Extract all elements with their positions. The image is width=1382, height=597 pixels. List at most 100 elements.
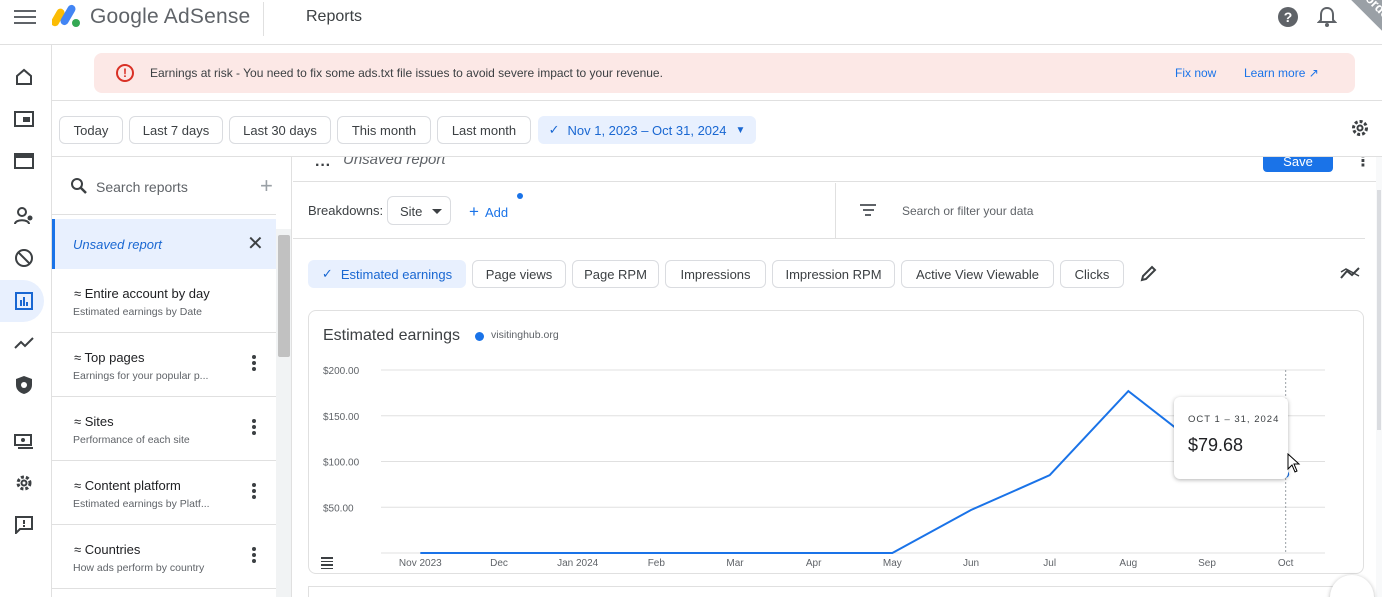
- report-sparkle-icon: ≈: [74, 414, 85, 429]
- corner-badge: corde: [1336, 0, 1382, 43]
- more-options-icon[interactable]: [252, 355, 256, 373]
- reports-scrollbar-thumb[interactable]: [278, 235, 290, 357]
- save-button[interactable]: Save: [1263, 157, 1333, 172]
- users-icon[interactable]: [13, 205, 35, 227]
- report-title-text: Content platform: [84, 478, 181, 493]
- menu-icon[interactable]: [14, 8, 36, 26]
- learn-more-label: Learn more: [1244, 66, 1306, 80]
- report-item-top-pages[interactable]: ≈ Top pages Earnings for your popular p.…: [52, 333, 276, 397]
- plus-icon: +: [469, 202, 479, 221]
- external-link-icon: ↗: [1308, 66, 1319, 80]
- add-breakdown-button[interactable]: + Add: [469, 202, 508, 222]
- filter-input[interactable]: Search or filter your data: [902, 204, 1033, 218]
- report-item-content-platform[interactable]: ≈ Content platform Estimated earnings by…: [52, 461, 276, 525]
- metric-label: Estimated earnings: [340, 266, 453, 282]
- main-scrollbar-thumb[interactable]: [1377, 190, 1381, 430]
- page-title: Reports: [306, 8, 363, 25]
- error-icon: !: [116, 64, 134, 82]
- learn-more-link[interactable]: Learn more ↗: [1244, 66, 1319, 80]
- report-item-countries[interactable]: ≈ Countries How ads perform by country: [52, 525, 276, 589]
- date-range-label: Nov 1, 2023 – Oct 31, 2024: [567, 122, 727, 138]
- chip-this-month[interactable]: This month: [337, 116, 431, 144]
- table-view-icon[interactable]: [321, 557, 333, 571]
- report-item-entire-account[interactable]: ≈ Entire account by day Estimated earnin…: [52, 269, 276, 333]
- notifications-icon[interactable]: [1317, 6, 1337, 28]
- report-sparkle-icon: ≈: [74, 478, 85, 493]
- metric-clicks[interactable]: Clicks: [1060, 260, 1124, 288]
- brand-divider: [263, 2, 264, 36]
- mouse-cursor-icon: [1287, 453, 1301, 473]
- blocking-icon[interactable]: [13, 247, 35, 269]
- ads-icon[interactable]: [13, 108, 35, 130]
- sites-icon[interactable]: [13, 150, 35, 172]
- metric-impressions[interactable]: Impressions: [665, 260, 766, 288]
- optimization-icon[interactable]: [13, 332, 35, 354]
- chip-last-30-days[interactable]: Last 30 days: [229, 116, 331, 144]
- check-icon: ✓: [548, 122, 560, 137]
- edit-metrics-icon[interactable]: [1140, 264, 1158, 282]
- new-feature-dot: [517, 193, 523, 199]
- x-tick-label: Oct: [1278, 558, 1294, 569]
- chip-last-month[interactable]: Last month: [437, 116, 531, 144]
- metric-page-rpm[interactable]: Page RPM: [572, 260, 659, 288]
- x-tick-label: Nov 2023: [399, 558, 442, 569]
- dropdown-arrow-icon: ▼: [735, 124, 746, 136]
- earnings-chart-card: Estimated earnings visitinghub.org $50.0…: [308, 310, 1364, 574]
- report-header: ··· Unsaved report Save ⋮: [293, 157, 1382, 182]
- compare-trend-icon[interactable]: [1340, 266, 1360, 280]
- report-sparkle-icon: ≈: [74, 350, 85, 365]
- chip-today[interactable]: Today: [59, 116, 123, 144]
- report-name: Unsaved report: [343, 157, 446, 168]
- breakdowns-bar: Breakdowns: Site + Add Search or filter y…: [293, 183, 1365, 239]
- metric-impression-rpm[interactable]: Impression RPM: [772, 260, 895, 288]
- home-icon[interactable]: [13, 66, 35, 88]
- breakdowns-divider: [835, 183, 836, 239]
- fix-now-link[interactable]: Fix now: [1175, 66, 1216, 80]
- report-title: ≈ Countries: [74, 542, 140, 557]
- report-title-text: Countries: [84, 542, 141, 557]
- help-icon[interactable]: ?: [1278, 7, 1298, 27]
- report-item-sites[interactable]: ≈ Sites Performance of each site: [52, 397, 276, 461]
- x-tick-label: Jul: [1043, 558, 1056, 569]
- search-reports[interactable]: Search reports +: [52, 157, 276, 215]
- report-title: ≈ Content platform: [74, 478, 181, 493]
- date-range-bar: Today Last 7 days Last 30 days This mont…: [52, 100, 1382, 157]
- feedback-icon[interactable]: [13, 514, 35, 536]
- report-subtitle: Estimated earnings by Date: [73, 306, 202, 318]
- metric-estimated-earnings[interactable]: ✓ Estimated earnings: [308, 260, 466, 288]
- report-sparkle-icon: ≈: [74, 286, 85, 301]
- y-tick-label: $200.00: [323, 366, 360, 377]
- report-title: ≈ Entire account by day: [74, 286, 210, 301]
- close-icon[interactable]: ✕: [247, 231, 264, 256]
- report-title: ≈ Top pages: [74, 350, 145, 365]
- breakdown-site-select[interactable]: Site: [387, 196, 451, 225]
- metric-active-view-viewable[interactable]: Active View Viewable: [901, 260, 1054, 288]
- x-tick-label: Jan 2024: [557, 558, 599, 569]
- top-app-bar: Google AdSense Reports ? corde: [0, 0, 1382, 45]
- report-menu-icon[interactable]: ···: [315, 157, 331, 175]
- check-icon: ✓: [321, 266, 333, 281]
- chip-last-7-days[interactable]: Last 7 days: [129, 116, 223, 144]
- more-vert-icon[interactable]: ⋮: [1355, 157, 1371, 171]
- search-icon: [71, 178, 87, 194]
- payments-icon[interactable]: [13, 430, 35, 452]
- report-title-text: Top pages: [84, 350, 145, 365]
- chart-tooltip: OCT 1 – 31, 2024 $79.68: [1174, 397, 1288, 479]
- feedback-fab[interactable]: [1330, 575, 1374, 597]
- add-report-icon[interactable]: +: [260, 173, 273, 199]
- metric-page-views[interactable]: Page views: [472, 260, 566, 288]
- tooltip-period: OCT 1 – 31, 2024: [1188, 414, 1280, 425]
- filter-icon[interactable]: [859, 204, 877, 219]
- custom-date-range-chip[interactable]: ✓ Nov 1, 2023 – Oct 31, 2024 ▼: [538, 116, 756, 144]
- report-settings-icon[interactable]: [1350, 118, 1370, 138]
- report-title-text: Sites: [84, 414, 114, 429]
- policy-icon[interactable]: [13, 374, 35, 396]
- more-options-icon[interactable]: [252, 483, 256, 501]
- reports-icon[interactable]: [13, 290, 35, 312]
- unsaved-report-item[interactable]: Unsaved report ✕: [52, 219, 276, 269]
- more-options-icon[interactable]: [252, 547, 256, 565]
- report-subtitle: Earnings for your popular p...: [73, 370, 209, 382]
- more-options-icon[interactable]: [252, 419, 256, 437]
- settings-icon[interactable]: [13, 472, 35, 494]
- search-reports-placeholder: Search reports: [96, 179, 188, 195]
